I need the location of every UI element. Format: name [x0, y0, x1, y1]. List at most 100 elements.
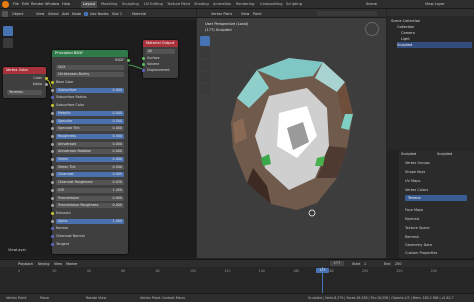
- bsdf-input-sheen-tint[interactable]: Sheen Tint 0.500: [56, 164, 124, 170]
- tab-rendering[interactable]: Rendering: [234, 1, 256, 8]
- socket-bsdf-out[interactable]: [126, 59, 130, 62]
- bsdf-input-socket[interactable]: [50, 142, 54, 146]
- tab-sculpting[interactable]: Sculpting: [120, 1, 141, 8]
- section-vertex-colors[interactable]: Vertex Colors: [405, 187, 428, 193]
- tab-texture-paint[interactable]: Texture Paint: [165, 1, 192, 8]
- bsdf-input-socket[interactable]: [50, 181, 54, 185]
- bsdf-input-socket[interactable]: [50, 150, 54, 154]
- section-normals[interactable]: Normals: [405, 216, 420, 222]
- menu-timeline-view[interactable]: View: [54, 262, 62, 266]
- viewport-shading-controls[interactable]: [317, 11, 377, 16]
- bsdf-input-clearcoat-roughness[interactable]: Clearcoat Roughness 0.030: [56, 180, 124, 186]
- bsdf-input-emission[interactable]: Emission: [56, 211, 124, 216]
- bsdf-input-socket[interactable]: [50, 88, 54, 92]
- current-frame-field[interactable]: 177: [330, 261, 344, 266]
- bsdf-input-socket[interactable]: [50, 196, 54, 200]
- socket-surface[interactable]: [141, 57, 145, 60]
- bsdf-input-socket[interactable]: [50, 165, 54, 169]
- navigation-gizmo-icon[interactable]: [365, 22, 379, 36]
- bsdf-input-base-color[interactable]: Base Color: [56, 80, 124, 85]
- subsurface-method-dropdown[interactable]: Christensen-Burley: [56, 72, 124, 77]
- tab-scripting[interactable]: Scripting: [284, 1, 304, 8]
- tab-modeling[interactable]: Modeling: [99, 1, 119, 8]
- bsdf-input-transmission[interactable]: Transmission 0.000: [56, 195, 124, 201]
- bsdf-input-specular-tint[interactable]: Specular Tint 0.000: [56, 126, 124, 132]
- bsdf-input-anisotropic-rotation[interactable]: Anisotropic Rotation 0.000: [56, 149, 124, 155]
- bsdf-input-socket[interactable]: [50, 119, 54, 123]
- blender-logo-icon[interactable]: [2, 1, 9, 8]
- bsdf-input-socket[interactable]: [50, 211, 54, 215]
- section-texture-space[interactable]: Texture Space: [405, 225, 430, 231]
- menu-render[interactable]: Render: [31, 2, 44, 6]
- bsdf-input-subsurface-color[interactable]: Subsurface Color: [56, 103, 124, 108]
- end-frame-field[interactable]: 250: [395, 262, 401, 266]
- principled-bsdf-node[interactable]: Principled BSDF BSDF GGX Christensen-Bur…: [50, 50, 130, 254]
- socket-color[interactable]: [44, 77, 48, 80]
- bsdf-input-socket[interactable]: [50, 127, 54, 131]
- node-editor[interactable]: Vertex Color Color Alpha Terrenos Princi…: [0, 20, 196, 258]
- menu-playback[interactable]: Playback: [18, 262, 33, 266]
- outliner-item-sculpted[interactable]: Sculpted: [397, 42, 472, 48]
- tab-compositing[interactable]: Compositing: [258, 1, 285, 8]
- sculpted-mesh[interactable]: [197, 18, 386, 258]
- menu-help[interactable]: Help: [62, 2, 70, 6]
- vertex-color-layer-item[interactable]: Terreno: [405, 195, 467, 201]
- menu-node[interactable]: Node: [72, 12, 81, 16]
- bsdf-input-socket[interactable]: [50, 111, 54, 115]
- bsdf-input-sheen[interactable]: Sheen 0.000: [56, 157, 124, 162]
- bsdf-input-socket[interactable]: [50, 158, 54, 161]
- bsdf-input-alpha[interactable]: Alpha 1.000: [56, 218, 124, 224]
- menu-keying[interactable]: Keying: [38, 262, 49, 266]
- bsdf-input-transmission-roughness[interactable]: Transmission Roughness 0.000: [56, 203, 124, 209]
- menu-file[interactable]: File: [13, 2, 19, 6]
- material-output-node[interactable]: Material Output All Surface Volume Displ…: [141, 40, 178, 78]
- menu-vp-view[interactable]: View: [241, 12, 249, 16]
- bsdf-input-socket[interactable]: [50, 188, 54, 192]
- menu-marker[interactable]: Marker: [66, 262, 78, 266]
- bsdf-input-clearcoat-normal[interactable]: Clearcoat Normal: [56, 234, 124, 239]
- bsdf-input-subsurface-radius[interactable]: Subsurface Radius: [56, 95, 124, 100]
- socket-alpha[interactable]: [44, 83, 48, 86]
- bsdf-input-socket[interactable]: [50, 134, 54, 138]
- section-custom-properties[interactable]: Custom Properties: [405, 250, 437, 256]
- slot-dropdown[interactable]: Slot 1: [112, 12, 122, 16]
- tab-shading[interactable]: Shading: [192, 1, 211, 8]
- use-nodes-checkbox[interactable]: [84, 11, 88, 16]
- tab-animation[interactable]: Animation: [211, 1, 233, 8]
- view-layer-selector[interactable]: View Layer: [425, 2, 445, 6]
- section-face-maps[interactable]: Face Maps: [405, 207, 423, 213]
- menu-edit[interactable]: Edit: [22, 2, 29, 6]
- menu-view[interactable]: View: [36, 12, 44, 16]
- tab-uv-editing[interactable]: UV Editing: [142, 1, 165, 8]
- vertex-color-node[interactable]: Vertex Color Color Alpha Terrenos: [3, 67, 48, 98]
- section-uv-maps[interactable]: UV Maps: [405, 178, 420, 184]
- object-dropdown[interactable]: Object: [12, 12, 23, 16]
- bsdf-input-socket[interactable]: [50, 227, 54, 231]
- socket-displacement[interactable]: [141, 69, 145, 72]
- bsdf-input-roughness[interactable]: Roughness 0.500: [56, 133, 124, 139]
- bsdf-input-socket[interactable]: [50, 219, 54, 223]
- mode-dropdown[interactable]: Vertex Paint: [211, 12, 232, 16]
- bsdf-input-socket[interactable]: [50, 104, 54, 108]
- bsdf-input-clearcoat[interactable]: Clearcoat 0.000: [56, 172, 124, 178]
- bsdf-input-socket[interactable]: [50, 235, 54, 238]
- bsdf-input-socket[interactable]: [50, 204, 54, 208]
- vertex-color-layer-field[interactable]: Terrenos: [7, 90, 42, 95]
- menu-window[interactable]: Window: [45, 2, 59, 6]
- bsdf-input-anisotropic[interactable]: Anisotropic 0.000: [56, 141, 124, 147]
- menu-select[interactable]: Select: [48, 12, 59, 16]
- section-vertex-groups[interactable]: Vertex Groups: [405, 160, 430, 166]
- 3d-viewport[interactable]: User Perspective (Local) (177) Sculpted: [197, 18, 386, 258]
- bsdf-input-metallic[interactable]: Metallic 0.000: [56, 110, 124, 116]
- section-shape-keys[interactable]: Shape Keys: [405, 169, 425, 175]
- bsdf-input-subsurface[interactable]: Subsurface 0.000: [56, 87, 124, 93]
- menu-add[interactable]: Add: [62, 12, 69, 16]
- bsdf-input-specular[interactable]: Specular 0.500: [56, 118, 124, 124]
- bsdf-input-tangent[interactable]: Tangent: [56, 242, 124, 247]
- editor-type-icon[interactable]: [2, 10, 8, 17]
- material-dropdown[interactable]: Material: [132, 12, 146, 16]
- section-remesh[interactable]: Remesh: [405, 234, 419, 240]
- bsdf-input-socket[interactable]: [50, 81, 54, 84]
- menu-vp-paint[interactable]: Paint: [253, 12, 262, 16]
- bsdf-input-socket[interactable]: [50, 242, 54, 246]
